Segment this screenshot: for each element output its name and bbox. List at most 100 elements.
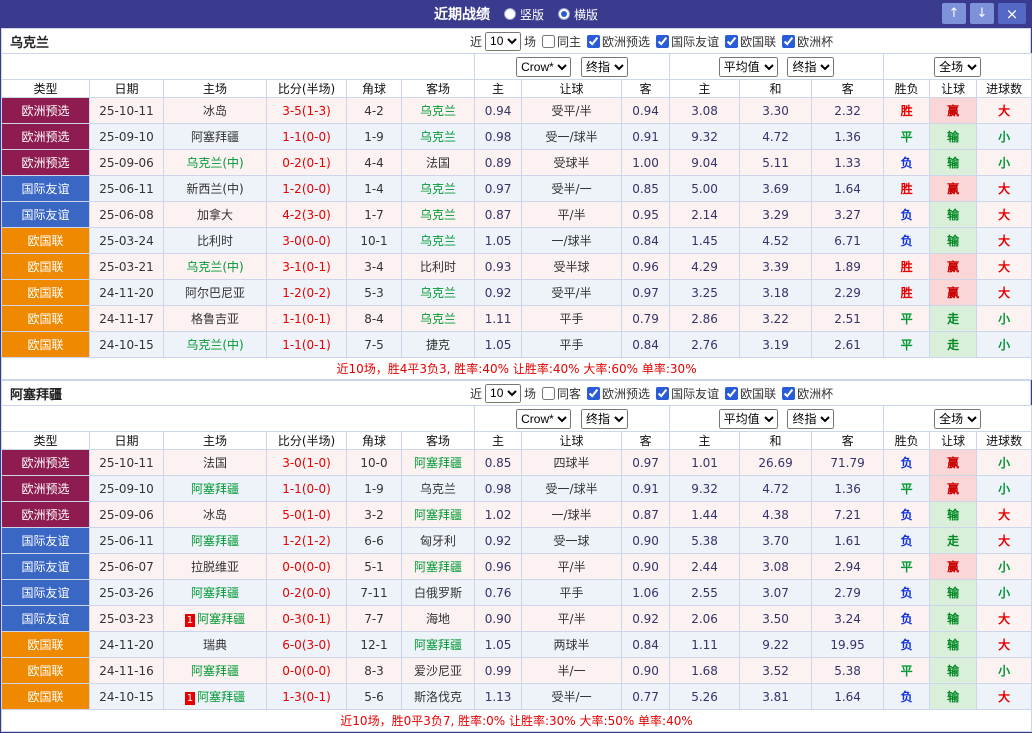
result-wdl: 负 <box>884 450 930 476</box>
odds-away: 1.00 <box>622 150 670 176</box>
league-checkbox-unl[interactable]: 欧国联 <box>725 385 776 402</box>
same-side-checkbox[interactable]: 同客 <box>542 385 581 402</box>
handicap-line: 受半/一 <box>522 176 622 202</box>
avg-draw: 9.22 <box>740 632 812 658</box>
odds-away: 1.06 <box>622 580 670 606</box>
score: 1-1(0-1) <box>267 332 347 358</box>
league-checkbox-friendly[interactable]: 国际友谊 <box>656 385 719 402</box>
match-type: 国际友谊 <box>2 528 90 554</box>
arrow-down-icon: ↓ <box>977 6 988 21</box>
same-side-checkbox-input[interactable] <box>542 35 555 48</box>
scroll-up-button[interactable]: ↑ <box>942 3 966 24</box>
avg-draw: 3.30 <box>740 98 812 124</box>
scope-select[interactable]: 全场 <box>934 57 981 77</box>
home-team: 1阿塞拜疆 <box>164 606 267 632</box>
section-header: 阿塞拜疆 近 10 场 同客 欧洲预选 国际友谊 欧国联 <box>1 380 1031 405</box>
team-section: 阿塞拜疆 近 10 场 同客 欧洲预选 国际友谊 欧国联 <box>1 380 1031 732</box>
match-type: 欧国联 <box>2 280 90 306</box>
home-team: 乌克兰(中) <box>164 332 267 358</box>
col-odds-home: 主 <box>475 80 522 98</box>
match-row: 国际友谊25-06-07拉脱维亚0-0(0-0)5-1阿塞拜疆0.96平/半0.… <box>2 554 1032 580</box>
average-select[interactable]: 平均值 <box>719 57 778 77</box>
same-side-checkbox[interactable]: 同主 <box>542 33 581 50</box>
odds-company-select[interactable]: Crow* <box>516 409 571 429</box>
league-checkbox-friendly-input[interactable] <box>656 35 669 48</box>
scope-select[interactable]: 全场 <box>934 409 981 429</box>
match-count-select[interactable]: 10 <box>485 32 521 51</box>
away-team: 阿塞拜疆 <box>402 554 475 580</box>
red-card-badge: 1 <box>185 692 195 705</box>
layout-radio-vertical[interactable]: 竖版 <box>504 6 544 23</box>
odds-company-select[interactable]: Crow* <box>516 57 571 77</box>
odds-type-select[interactable]: 终指 <box>581 57 628 77</box>
col-odds-away: 客 <box>622 80 670 98</box>
handicap-line: 受球半 <box>522 150 622 176</box>
match-count-select[interactable]: 10 <box>485 384 521 403</box>
odds-away: 0.95 <box>622 202 670 228</box>
col-type: 类型 <box>2 80 90 98</box>
avg-away: 2.61 <box>812 332 884 358</box>
league-checkbox-euro[interactable]: 欧洲杯 <box>782 33 833 50</box>
match-date: 24-11-17 <box>90 306 164 332</box>
selector-row: Crow* 终指 平均值 终指 全场 <box>2 54 1032 80</box>
home-team: 阿塞拜疆 <box>164 580 267 606</box>
avg-away: 71.79 <box>812 450 884 476</box>
odds-home: 0.76 <box>475 580 522 606</box>
result-handicap: 走 <box>930 306 977 332</box>
league-checkbox-friendly-input[interactable] <box>656 387 669 400</box>
match-date: 25-03-26 <box>90 580 164 606</box>
odds-home: 0.87 <box>475 202 522 228</box>
odds-home: 0.93 <box>475 254 522 280</box>
corners: 1-9 <box>347 124 402 150</box>
match-type: 欧洲预选 <box>2 450 90 476</box>
close-button[interactable]: × <box>998 3 1026 24</box>
league-checkbox-unl-input[interactable] <box>725 387 738 400</box>
avg-home: 2.55 <box>670 580 740 606</box>
avg-draw: 3.18 <box>740 280 812 306</box>
col-result: 胜负 <box>884 80 930 98</box>
result-wdl: 负 <box>884 228 930 254</box>
match-row: 欧国联25-03-21乌克兰(中)3-1(0-1)3-4比利时0.93受半球0.… <box>2 254 1032 280</box>
team-name: 乌克兰 <box>10 32 49 51</box>
result-wdl: 负 <box>884 606 930 632</box>
league-checkbox-euq[interactable]: 欧洲预选 <box>587 33 650 50</box>
league-checkbox-euro-input[interactable] <box>782 35 795 48</box>
corners: 5-1 <box>347 554 402 580</box>
odds-away: 0.85 <box>622 176 670 202</box>
league-checkbox-friendly[interactable]: 国际友谊 <box>656 33 719 50</box>
handicap-line: 平手 <box>522 580 622 606</box>
odds-away: 0.96 <box>622 254 670 280</box>
same-side-checkbox-input[interactable] <box>542 387 555 400</box>
avg-home: 9.32 <box>670 476 740 502</box>
league-checkbox-unl-input[interactable] <box>725 35 738 48</box>
match-row: 欧国联24-11-16阿塞拜疆0-0(0-0)8-3爱沙尼亚0.99半/一0.9… <box>2 658 1032 684</box>
result-wdl: 负 <box>884 528 930 554</box>
odds-type-select[interactable]: 终指 <box>581 409 628 429</box>
window-title: 近期战绩 <box>434 4 490 24</box>
away-team: 匈牙利 <box>402 528 475 554</box>
average-select[interactable]: 平均值 <box>719 409 778 429</box>
odds-home: 0.92 <box>475 280 522 306</box>
avg-away: 6.71 <box>812 228 884 254</box>
score: 1-3(0-1) <box>267 684 347 710</box>
average-type-select[interactable]: 终指 <box>787 409 834 429</box>
average-type-select[interactable]: 终指 <box>787 57 834 77</box>
avg-home: 3.08 <box>670 98 740 124</box>
scroll-down-button[interactable]: ↓ <box>970 3 994 24</box>
score: 1-2(1-2) <box>267 528 347 554</box>
home-team: 阿尔巴尼亚 <box>164 280 267 306</box>
avg-draw: 5.11 <box>740 150 812 176</box>
league-checkbox-unl[interactable]: 欧国联 <box>725 33 776 50</box>
result-goals: 小 <box>977 332 1032 358</box>
league-checkbox-euq-input[interactable] <box>587 35 600 48</box>
section-header: 乌克兰 近 10 场 同主 欧洲预选 国际友谊 欧国联 欧 <box>1 28 1031 53</box>
league-checkbox-euro-input[interactable] <box>782 387 795 400</box>
score: 0-2(0-1) <box>267 150 347 176</box>
odds-home: 0.97 <box>475 176 522 202</box>
league-checkbox-euro[interactable]: 欧洲杯 <box>782 385 833 402</box>
league-checkbox-euq-input[interactable] <box>587 387 600 400</box>
layout-radio-horizontal[interactable]: 横版 <box>558 6 598 23</box>
match-type: 欧洲预选 <box>2 476 90 502</box>
league-checkbox-euq[interactable]: 欧洲预选 <box>587 385 650 402</box>
corners: 8-4 <box>347 306 402 332</box>
